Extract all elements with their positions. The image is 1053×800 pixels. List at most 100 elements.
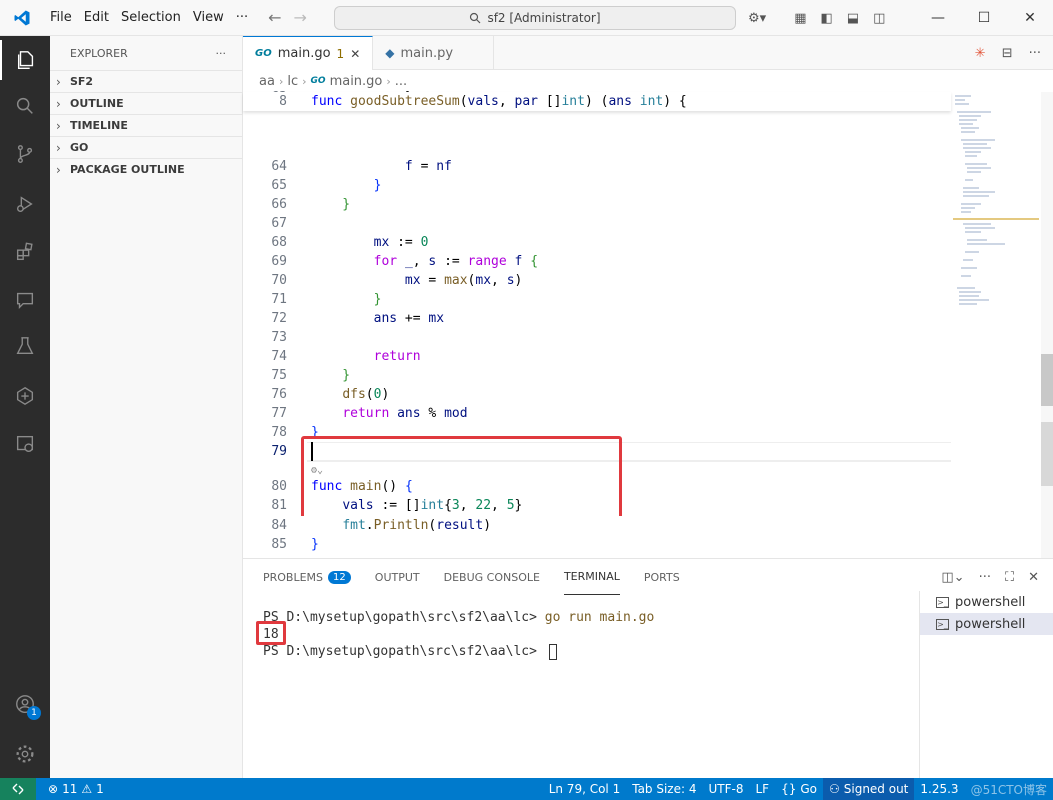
explorer-icon[interactable] (0, 40, 50, 80)
menu-selection[interactable]: Selection (115, 10, 187, 25)
split-editor-icon[interactable]: ⊟ (1002, 46, 1013, 61)
testing-icon[interactable] (0, 326, 50, 366)
breadcrumb-lc[interactable]: lc (287, 74, 298, 89)
search-icon[interactable] (0, 86, 50, 126)
remote-window-icon[interactable] (0, 424, 50, 464)
close-icon[interactable]: ✕ (1007, 0, 1053, 36)
line-number: 73 (271, 330, 287, 345)
terminal-command: go run main.go (544, 610, 655, 625)
line-number: 64 (271, 159, 287, 174)
section-sf2[interactable]: › SF2 (50, 70, 242, 92)
section-label: SF2 (70, 75, 94, 88)
account-label: Signed out (843, 782, 909, 796)
breadcrumb-aa[interactable]: aa (259, 74, 275, 89)
chevron-right-icon: › (56, 162, 61, 177)
run-debug-icon[interactable] (0, 184, 50, 224)
line-number: 65 (271, 178, 287, 193)
signed-out-button[interactable]: ⚇ Signed out (822, 778, 915, 800)
forward-arrow-icon[interactable]: → (294, 8, 307, 27)
source-control-icon[interactable] (0, 134, 50, 174)
accounts-icon[interactable]: 1 (0, 684, 50, 724)
tab-main-go[interactable]: GO main.go 1 ✕ (243, 36, 374, 70)
menu-view[interactable]: View (187, 10, 230, 25)
minimize-icon[interactable]: — (915, 0, 961, 36)
tab-ports[interactable]: PORTS (644, 559, 680, 595)
menu-edit[interactable]: Edit (78, 10, 115, 25)
breadcrumb-symbol[interactable]: ... (395, 74, 407, 89)
minimap[interactable] (951, 92, 1041, 558)
tab-main-py[interactable]: ◆ main.py (373, 36, 495, 70)
accounts-badge: 1 (27, 706, 41, 720)
tab-problems[interactable]: PROBLEMS 12 (263, 559, 351, 595)
command-center[interactable]: sf2 [Administrator] (334, 6, 736, 30)
code-line: return ans % mod (342, 406, 468, 421)
more-actions-icon[interactable]: ··· (1029, 46, 1041, 61)
close-panel-icon[interactable]: ✕ (1028, 570, 1039, 585)
remote-explorer-icon[interactable] (0, 376, 50, 416)
toggle-panel-icon[interactable]: ⬓ (847, 11, 859, 26)
line-number: 80 (271, 479, 287, 494)
extensions-icon[interactable] (0, 232, 50, 272)
code-line: } (311, 197, 351, 212)
line-number: 72 (271, 311, 287, 326)
breadcrumb-file[interactable]: main.go (330, 74, 383, 89)
error-count: 11 (62, 782, 78, 796)
line-number: 85 (271, 537, 287, 552)
chevron-right-icon: › (56, 140, 61, 155)
command-center-label: sf2 [Administrator] (487, 11, 601, 25)
tab-label: main.go (277, 46, 331, 61)
chat-icon[interactable] (0, 280, 50, 320)
maximize-panel-icon[interactable]: ⛶ (1005, 570, 1014, 585)
language-mode[interactable]: {} Go (775, 782, 823, 796)
tab-debug-console[interactable]: DEBUG CONSOLE (444, 559, 540, 595)
toggle-secondary-sidebar-icon[interactable]: ◫ (873, 11, 885, 26)
terminal-icon: >_ (936, 618, 949, 630)
terminal-item[interactable]: >_ powershell (920, 613, 1053, 635)
problems-status[interactable]: ⊗ 11 ⚠ 1 (42, 782, 110, 796)
end-of-line[interactable]: LF (749, 782, 775, 796)
section-timeline[interactable]: › TIMELINE (50, 114, 242, 136)
code-line: } (311, 537, 319, 552)
section-outline[interactable]: › OUTLINE (50, 92, 242, 114)
tab-close-icon[interactable]: ✕ (350, 47, 360, 61)
cursor-position[interactable]: Ln 79, Col 1 (543, 782, 627, 796)
menu-more[interactable]: ··· (230, 10, 254, 25)
remote-indicator-icon[interactable] (0, 778, 36, 800)
panel-more-icon[interactable]: ··· (979, 570, 991, 585)
line-number: 70 (271, 273, 287, 288)
settings-gear-icon[interactable] (0, 734, 50, 774)
warning-icon: ⚠ (81, 782, 93, 796)
tab-label: TERMINAL (563, 570, 620, 583)
terminal-output[interactable]: PS D:\mysetup\gopath\src\sf2\aa\lc> go r… (263, 609, 654, 660)
customize-layout-icon[interactable]: ▦ (794, 11, 806, 26)
line-number: 81 (271, 498, 287, 513)
tab-output[interactable]: OUTPUT (375, 559, 420, 595)
search-icon (470, 12, 481, 24)
tab-size[interactable]: Tab Size: 4 (626, 782, 702, 796)
sidebar-more-button[interactable]: ··· (216, 47, 227, 60)
scrollbar-thumb-secondary[interactable] (1041, 422, 1053, 486)
run-icon[interactable]: ✳ (975, 46, 986, 61)
go-version[interactable]: 1.25.3 (914, 782, 964, 796)
menu-file[interactable]: File (44, 10, 78, 25)
line-number: 79 (271, 444, 287, 459)
terminal-item[interactable]: >_ powershell (920, 591, 1053, 613)
sticky-scroll-header[interactable]: 8 func goodSubtreeSum(vals, par []int) (… (243, 92, 951, 111)
code-line: for _, s := range f { (373, 254, 539, 269)
split-terminal-icon[interactable]: ◫⌄ (941, 570, 964, 585)
python-file-icon: ◆ (385, 46, 395, 60)
tab-terminal[interactable]: TERMINAL (563, 559, 620, 595)
scrollbar-thumb[interactable] (1041, 354, 1053, 406)
code-line: } (311, 178, 382, 193)
copilot-icon[interactable]: ⚙▾ (748, 11, 766, 26)
section-package-outline[interactable]: › PACKAGE OUTLINE (50, 158, 242, 180)
code-line: return (373, 349, 421, 364)
back-arrow-icon[interactable]: ← (268, 8, 281, 27)
terminal-name: powershell (955, 594, 1026, 610)
toggle-sidebar-icon[interactable]: ◧ (820, 11, 832, 26)
encoding[interactable]: UTF-8 (702, 782, 749, 796)
section-go[interactable]: › GO (50, 136, 242, 158)
title-bar: File Edit Selection View ··· ← → sf2 [Ad… (0, 0, 1053, 36)
maximize-icon[interactable]: ☐ (961, 0, 1007, 36)
editor-scrollbar[interactable] (1041, 92, 1053, 558)
